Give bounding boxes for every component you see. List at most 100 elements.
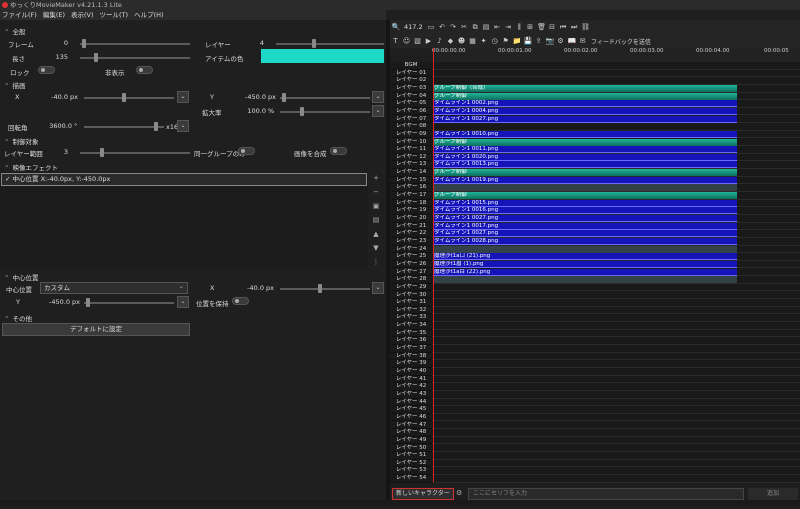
menu-tools[interactable]: ツール(T)	[98, 10, 133, 20]
menu-edit[interactable]: 編集(E)	[41, 10, 69, 20]
track-row[interactable]	[432, 460, 800, 468]
layer-header[interactable]: レイヤー 09	[390, 131, 432, 139]
image-combine-toggle[interactable]	[330, 147, 347, 155]
timeline-clip[interactable]: タイムライン1 0016.png	[433, 207, 737, 215]
next-icon[interactable]: ⏭	[570, 23, 578, 31]
layer-header[interactable]: レイヤー 31	[390, 299, 432, 307]
track-row[interactable]	[432, 292, 800, 300]
layer-header[interactable]: レイヤー 40	[390, 368, 432, 376]
layer-header[interactable]: レイヤー 21	[390, 223, 432, 231]
layer-header[interactable]: レイヤー 13	[390, 161, 432, 170]
layer-range-slider[interactable]	[80, 148, 190, 157]
x-expand-button[interactable]: ⌄	[177, 91, 189, 103]
track-row[interactable]	[432, 422, 800, 430]
time-ruler[interactable]: 00:00:00.00 00:00:01.00 00:00:02.00 00:0…	[432, 48, 800, 62]
track-row[interactable]	[432, 77, 800, 85]
timeline-tracks[interactable]: グループ制御（合成） グループ制御 タイムライン1 0002.png タイムライン1 …	[432, 62, 800, 483]
layer-header[interactable]: レイヤー 15	[390, 177, 432, 185]
lock-toggle[interactable]	[38, 66, 55, 74]
track-row[interactable]	[432, 376, 800, 384]
video-icon[interactable]: ▶	[425, 37, 433, 45]
layer-header[interactable]: レイヤー 38	[390, 353, 432, 361]
layer-header[interactable]: レイヤー 48	[390, 429, 432, 437]
group-icon[interactable]: ▦	[469, 37, 477, 45]
layer-header[interactable]: レイヤー 23	[390, 238, 432, 246]
layer-header[interactable]: レイヤー 20	[390, 215, 432, 223]
length-value[interactable]: 135	[40, 53, 68, 61]
layer-header[interactable]: レイヤー 19	[390, 207, 432, 215]
center-x-slider[interactable]	[280, 284, 370, 293]
save-icon[interactable]: 💾	[524, 37, 533, 45]
snap-icon[interactable]: ⊞	[526, 23, 534, 31]
clock-icon[interactable]: ◷	[491, 37, 499, 45]
timeline-clip[interactable]: タイムライン1 0019.png	[433, 176, 737, 184]
move-down-icon[interactable]: ▼	[370, 242, 382, 254]
section-center[interactable]: 中心位置	[4, 272, 38, 282]
image-icon[interactable]: ▧	[414, 37, 422, 45]
shape-icon[interactable]: ◆	[447, 37, 455, 45]
length-slider[interactable]	[80, 53, 190, 62]
dictionary-icon[interactable]: 📖	[568, 37, 577, 45]
voice-icon[interactable]: ☺	[403, 37, 411, 45]
dialog-input[interactable]: ここにセリフを入力	[468, 488, 744, 500]
track-row[interactable]	[432, 467, 800, 476]
settings-icon[interactable]: ⚙	[557, 37, 565, 45]
center-y-slider[interactable]	[84, 298, 174, 307]
rotation-expand-button[interactable]: ⌄	[177, 120, 189, 132]
folder-icon[interactable]: 📁	[513, 37, 522, 45]
layer-header[interactable]: レイヤー 49	[390, 437, 432, 445]
section-other[interactable]: その他	[4, 313, 32, 323]
copy-icon[interactable]: ⧉	[471, 23, 479, 31]
undo-icon[interactable]: ↶	[438, 23, 446, 31]
camera-icon[interactable]: 📷	[546, 37, 555, 45]
frame-value[interactable]: 0	[40, 39, 68, 47]
character-settings-icon[interactable]: ⚙	[456, 489, 462, 497]
track-row[interactable]	[432, 391, 800, 399]
text-icon[interactable]: T	[392, 37, 400, 45]
layer-header[interactable]: レイヤー 03	[390, 85, 432, 93]
add-button[interactable]: 追加	[748, 488, 798, 500]
layer-header[interactable]: レイヤー 14	[390, 169, 432, 177]
playhead[interactable]	[433, 48, 434, 482]
track-row[interactable]	[432, 437, 800, 445]
layer-header[interactable]: レイヤー 22	[390, 230, 432, 238]
layer-header[interactable]: レイヤー 32	[390, 307, 432, 315]
layer-header[interactable]: レイヤー 30	[390, 292, 432, 300]
layer-header[interactable]: レイヤー 18	[390, 200, 432, 208]
timeline-clip[interactable]: タイムライン1 0004.png	[433, 107, 737, 115]
center-x-expand-button[interactable]: ⌄	[372, 282, 384, 294]
zoom-expand-button[interactable]: ⌄	[372, 105, 384, 117]
move-up-icon[interactable]: ▲	[370, 228, 382, 240]
layer-header[interactable]: レイヤー 04	[390, 93, 432, 101]
track-row[interactable]	[432, 284, 800, 292]
save-effect-icon[interactable]: ▤	[370, 214, 382, 226]
layer-header[interactable]: レイヤー 33	[390, 314, 432, 323]
timeline-clip[interactable]: タイムライン1 0013.png	[433, 161, 737, 169]
rotation-slider[interactable]	[84, 122, 164, 131]
layer-header[interactable]: レイヤー 34	[390, 322, 432, 330]
copy-effect-icon[interactable]: ▣	[370, 200, 382, 212]
y-value[interactable]: -450.0	[236, 93, 266, 101]
track-row[interactable]	[432, 429, 800, 437]
center-mode-select[interactable]: カスタム	[40, 281, 188, 294]
timeline-clip[interactable]	[433, 245, 737, 253]
timeline-clip[interactable]	[433, 276, 737, 284]
timeline-clip[interactable]: タイムライン1 0027.png	[433, 115, 737, 123]
layer-range-value[interactable]: 3	[40, 148, 68, 156]
layer-header[interactable]: レイヤー 06	[390, 108, 432, 116]
layer-header[interactable]: レイヤー 12	[390, 154, 432, 162]
x-slider[interactable]	[84, 93, 174, 102]
layer-header[interactable]: レイヤー 02	[390, 77, 432, 85]
layer-header[interactable]: レイヤー 24	[390, 246, 432, 254]
timeline-clip[interactable]: タイムライン1 0027.png	[433, 230, 737, 238]
track-row[interactable]	[432, 70, 800, 78]
same-group-toggle[interactable]	[238, 147, 255, 155]
track-row[interactable]	[432, 307, 800, 315]
timeline-clip[interactable]: 魔理沙t1眉 (1).png	[433, 260, 737, 268]
zoom-slider[interactable]	[280, 107, 370, 116]
align-right-icon[interactable]: ⇥	[504, 23, 512, 31]
character-icon[interactable]: ☻	[458, 37, 466, 45]
layer-header[interactable]: レイヤー 25	[390, 253, 432, 261]
layer-header[interactable]: レイヤー 26	[390, 261, 432, 269]
layer-header[interactable]: レイヤー 52	[390, 460, 432, 468]
